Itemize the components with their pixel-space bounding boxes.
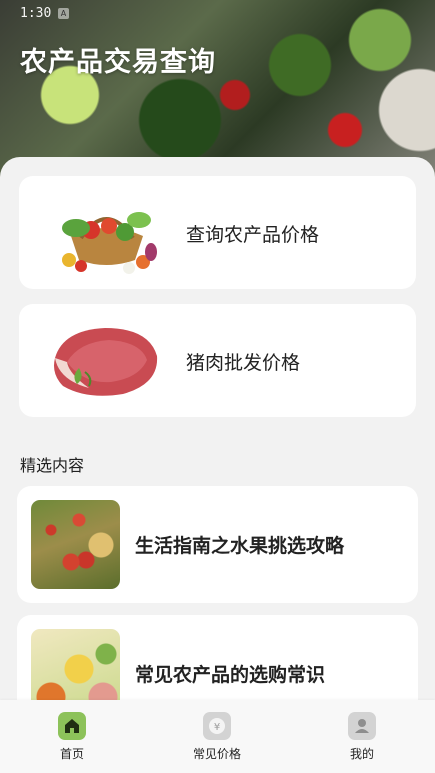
article-fruit-guide[interactable]: 生活指南之水果挑选攻略 (17, 486, 418, 603)
pork-meat-icon (54, 328, 158, 396)
tab-home[interactable]: 首页 (27, 712, 117, 767)
main-panel: 查询农产品价格 猪肉批发价格 精选内容 生活指南之水果挑选攻略 常见农产品的选购… (0, 157, 435, 717)
tab-home-label: 首页 (59, 747, 84, 761)
produce-price-label: 查询农产品价格 (186, 224, 320, 246)
vegetable-basket-icon (62, 212, 157, 274)
bottom-tab-bar: 首页 ¥ 常见价格 我的 (0, 700, 435, 773)
tab-common-prices-label: 常见价格 (192, 747, 241, 761)
produce-price-card[interactable]: 查询农产品价格 (19, 176, 416, 289)
home-icon (58, 712, 86, 740)
fruit-article-image (31, 500, 120, 589)
tab-profile[interactable]: 我的 (317, 712, 407, 767)
tab-profile-label: 我的 (349, 747, 374, 761)
status-indicator: A (58, 8, 69, 19)
svg-text:¥: ¥ (214, 722, 220, 733)
article-title: 生活指南之水果挑选攻略 (135, 535, 345, 557)
tab-common-prices[interactable]: ¥ 常见价格 (172, 712, 262, 767)
pork-price-card[interactable]: 猪肉批发价格 (19, 304, 416, 417)
pork-price-label: 猪肉批发价格 (186, 352, 301, 374)
yuan-icon: ¥ (203, 712, 231, 740)
article-title: 常见农产品的选购常识 (135, 664, 326, 686)
status-time: 1:30 (20, 6, 52, 21)
page-title: 农产品交易查询 (20, 47, 216, 78)
user-icon (348, 712, 376, 740)
featured-section-title: 精选内容 (20, 456, 85, 475)
